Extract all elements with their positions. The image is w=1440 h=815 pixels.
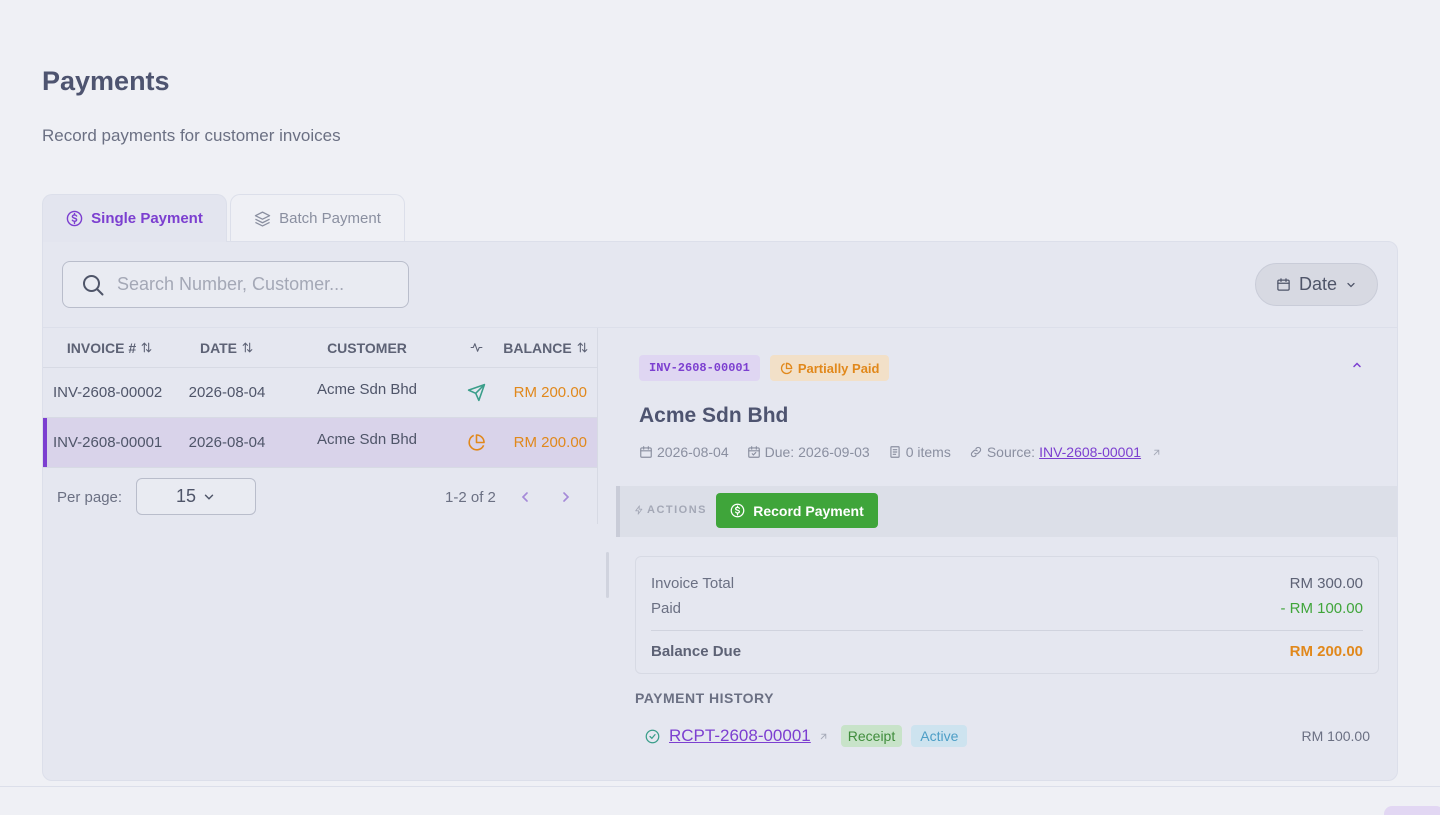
customer-name: Acme Sdn Bhd bbox=[316, 431, 418, 448]
balance-amount: RM 200.00 bbox=[513, 434, 587, 451]
dollar-circle-icon bbox=[730, 503, 745, 518]
table-row[interactable]: INV-2608-00001 2026-08-04 Acme Sdn Bhd R… bbox=[43, 418, 597, 468]
invoice-table: INVOICE # DATE CUSTOMER BALANCE INV-2608… bbox=[43, 328, 597, 526]
table-header: INVOICE # DATE CUSTOMER BALANCE bbox=[43, 328, 597, 368]
status-badge: Active bbox=[911, 725, 968, 747]
table-row[interactable]: INV-2608-00002 2026-08-04 Acme Sdn Bhd R… bbox=[43, 368, 597, 418]
send-icon bbox=[467, 383, 485, 402]
balance-due-label: Balance Due bbox=[651, 643, 742, 660]
tab-single-payment[interactable]: Single Payment bbox=[42, 194, 227, 242]
column-customer: CUSTOMER bbox=[277, 340, 457, 356]
chevron-right-icon bbox=[563, 492, 570, 502]
payments-panel: Date INVOICE # DATE CUSTOMER BALANCE bbox=[42, 241, 1398, 781]
payment-history-item: RCPT-2608-00001 Receipt Active RM 100.00 bbox=[635, 724, 1379, 748]
invoice-date: 2026-08-04 bbox=[188, 434, 266, 451]
source-label: Source: bbox=[986, 444, 1036, 460]
external-link-icon[interactable] bbox=[1151, 447, 1162, 458]
tab-label: Batch Payment bbox=[279, 210, 381, 227]
type-badge: Receipt bbox=[840, 725, 903, 747]
payment-summary: Invoice Total RM 300.00 Paid - RM 100.00… bbox=[635, 556, 1379, 674]
calendar-check-icon bbox=[747, 446, 760, 458]
sort-icon bbox=[577, 342, 588, 353]
column-date[interactable]: DATE bbox=[177, 340, 277, 356]
link-icon bbox=[970, 446, 981, 458]
actions-label-text: ACTIONS bbox=[647, 504, 707, 516]
prev-page-button[interactable] bbox=[516, 488, 534, 506]
status-badge: Partially Paid bbox=[769, 355, 890, 381]
items-count: 0 items bbox=[905, 444, 951, 460]
pagination: Per page: 15 1-2 of 2 bbox=[43, 468, 597, 526]
activity-icon bbox=[470, 343, 482, 352]
per-page-select[interactable]: 15 bbox=[136, 478, 256, 515]
column-invoice[interactable]: INVOICE # bbox=[43, 340, 177, 356]
column-label: INVOICE # bbox=[66, 339, 137, 356]
chevron-up-icon bbox=[1353, 362, 1361, 368]
customer-name: Acme Sdn Bhd bbox=[316, 381, 418, 398]
date-filter-button[interactable]: Date bbox=[1255, 263, 1378, 306]
external-link-icon[interactable] bbox=[818, 731, 829, 742]
customer-heading: Acme Sdn Bhd bbox=[639, 404, 789, 427]
sort-icon bbox=[141, 342, 152, 353]
divider bbox=[651, 630, 1363, 631]
receipt-link[interactable]: RCPT-2608-00001 bbox=[669, 726, 811, 746]
search-input[interactable] bbox=[117, 274, 397, 295]
search-box[interactable] bbox=[62, 261, 409, 308]
calendar-icon bbox=[640, 446, 652, 458]
balance-amount: RM 200.00 bbox=[513, 384, 587, 401]
payment-amount: RM 100.00 bbox=[1301, 728, 1370, 744]
resize-handle[interactable] bbox=[606, 552, 609, 598]
invoice-total-label: Invoice Total bbox=[651, 575, 735, 592]
invoice-date: 2026-08-04 bbox=[188, 384, 266, 401]
page-title: Payments bbox=[42, 66, 170, 96]
sort-icon bbox=[242, 342, 253, 353]
floating-chip[interactable] bbox=[1384, 806, 1440, 815]
paid-label: Paid bbox=[651, 600, 682, 617]
check-circle-icon bbox=[645, 729, 660, 743]
document-icon bbox=[890, 446, 900, 458]
record-payment-button[interactable]: Record Payment bbox=[716, 493, 878, 528]
tab-label: Single Payment bbox=[91, 210, 203, 227]
chevron-down-icon bbox=[204, 494, 214, 500]
pie-chart-icon bbox=[467, 434, 485, 451]
per-page-value: 15 bbox=[175, 486, 197, 506]
column-label: CUSTOMER bbox=[327, 339, 407, 356]
date-filter-label: Date bbox=[1298, 274, 1338, 294]
collapse-button[interactable] bbox=[1347, 359, 1367, 375]
page-range: 1-2 of 2 bbox=[445, 488, 496, 506]
invoice-number: INV-2608-00001 bbox=[53, 434, 163, 451]
search-icon bbox=[83, 274, 104, 295]
paid-value: - RM 100.00 bbox=[1280, 600, 1363, 617]
chevron-down-icon bbox=[1347, 282, 1355, 287]
invoice-meta: 2026-08-04 Due: 2026-09-03 0 items Sourc… bbox=[639, 444, 1162, 460]
due-date: Due: 2026-09-03 bbox=[764, 444, 870, 460]
lightning-icon bbox=[635, 505, 643, 515]
column-label: BALANCE bbox=[503, 339, 572, 356]
page-subtitle: Record payments for customer invoices bbox=[42, 126, 341, 145]
pie-chart-icon bbox=[780, 362, 793, 374]
footer-divider bbox=[0, 786, 1440, 787]
invoice-total-value: RM 300.00 bbox=[1289, 575, 1363, 592]
actions-label: ACTIONS bbox=[634, 504, 707, 516]
record-payment-label: Record Payment bbox=[753, 502, 864, 519]
layers-icon bbox=[254, 211, 271, 227]
tab-batch-payment[interactable]: Batch Payment bbox=[230, 194, 405, 242]
column-status bbox=[457, 341, 495, 354]
payment-history-title: PAYMENT HISTORY bbox=[635, 690, 774, 706]
next-page-button[interactable] bbox=[557, 488, 575, 506]
per-page-label: Per page: bbox=[57, 488, 123, 506]
source-link[interactable]: INV-2608-00001 bbox=[1039, 444, 1141, 460]
balance-due-value: RM 200.00 bbox=[1289, 643, 1363, 660]
chevron-left-icon bbox=[521, 492, 528, 502]
column-label: DATE bbox=[199, 339, 238, 356]
invoice-number: INV-2608-00002 bbox=[53, 384, 163, 401]
invoice-badge: INV-2608-00001 bbox=[639, 355, 760, 381]
calendar-icon bbox=[1277, 278, 1290, 291]
detail-badges: INV-2608-00001 Partially Paid bbox=[639, 355, 890, 381]
pane-divider bbox=[597, 328, 598, 524]
invoice-date: 2026-08-04 bbox=[657, 444, 729, 460]
dollar-circle-icon bbox=[66, 210, 83, 227]
column-balance[interactable]: BALANCE bbox=[495, 340, 597, 356]
status-label: Partially Paid bbox=[797, 360, 880, 376]
actions-bar: ACTIONS Record Payment bbox=[616, 486, 1397, 537]
